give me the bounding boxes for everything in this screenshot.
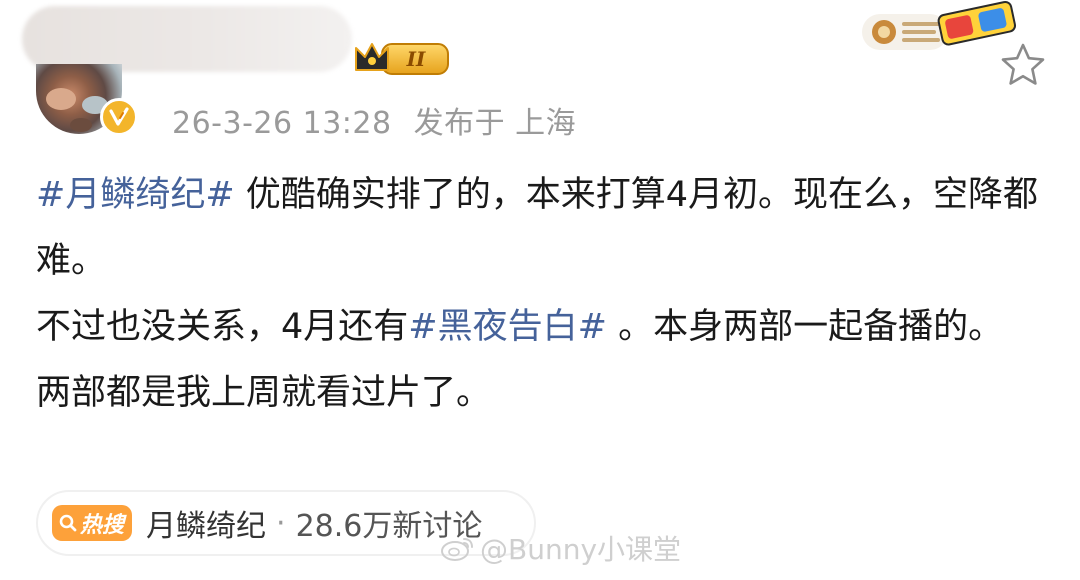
3d-glasses-decoration[interactable] [858, 0, 1018, 56]
weibo-post-card: II 26-3-26 13:28 发布于 上海 #月鳞绮纪# 优酷确实排了的，本… [0, 0, 1080, 580]
search-icon [59, 514, 77, 532]
post-paragraph-2: 不过也没关系，4月还有#黑夜告白# 。本身两部一起备播的。 [36, 294, 1056, 360]
post-meta: 26-3-26 13:28 发布于 上海 [172, 98, 576, 142]
crown-level-icon[interactable]: II [352, 38, 450, 78]
hot-search-tag: 热搜 [52, 505, 133, 541]
post-text: 。本身两部一起备播的。 [606, 307, 1004, 347]
post-text: 不过也没关系，4月还有 [36, 307, 409, 347]
watermark-text: @Bunny小课堂 [480, 533, 682, 566]
post-paragraph-1: #月鳞绮纪# 优酷确实排了的，本来打算4月初。现在么，空降都难。 [36, 162, 1056, 294]
post-paragraph-3: 两部都是我上周就看过片了。 [36, 360, 1056, 426]
post-body: #月鳞绮纪# 优酷确实排了的，本来打算4月初。现在么，空降都难。 不过也没关系，… [36, 162, 1056, 426]
post-location[interactable]: 上海 [515, 106, 576, 141]
hot-search-tag-label: 热搜 [80, 513, 125, 538]
star-outline-icon [1001, 43, 1045, 85]
topic-link[interactable]: #月鳞绮纪# [36, 175, 235, 215]
level-badge-text: II [406, 47, 426, 71]
hot-search-title: 月鳞绮纪 [146, 509, 267, 544]
hot-search-separator: · [276, 505, 286, 541]
weibo-logo-icon [441, 538, 473, 561]
post-timestamp: 26-3-26 13:28 [172, 106, 392, 141]
username-blurred[interactable] [22, 6, 352, 72]
topic-link[interactable]: #黑夜告白# [408, 307, 607, 347]
location-prefix: 发布于 [413, 106, 506, 141]
favorite-star-button[interactable] [998, 40, 1048, 90]
watermark: @Bunny小课堂 [440, 528, 681, 568]
verified-v-icon [100, 98, 138, 136]
post-text: 两部都是我上周就看过片了。 [36, 373, 492, 413]
